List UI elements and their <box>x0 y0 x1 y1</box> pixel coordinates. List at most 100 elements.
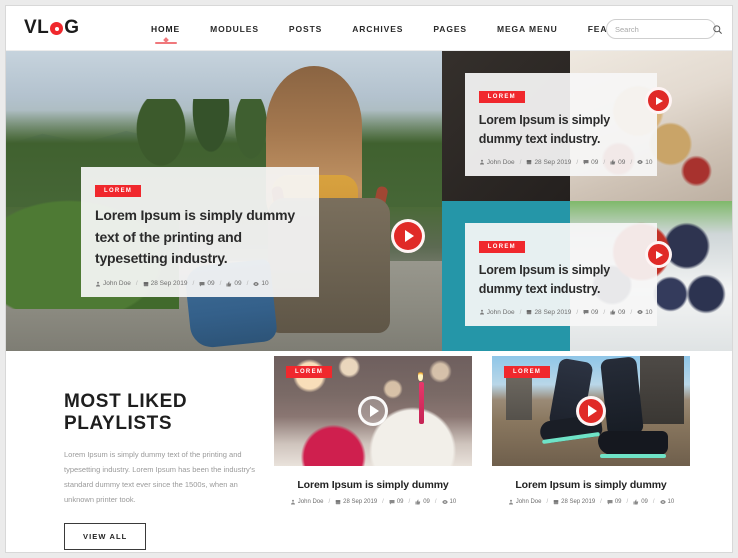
comment-icon <box>199 281 205 287</box>
playlists-intro: MOST LIKED PLAYLISTS Lorem Ipsum is simp… <box>64 391 256 550</box>
meta-author: John Doe <box>290 499 323 505</box>
play-button-icon[interactable] <box>358 396 388 426</box>
meta-date-value: 28 Sep 2019 <box>534 308 572 316</box>
meta-likes: 09 <box>610 159 625 166</box>
calendar-icon <box>553 500 559 505</box>
search-input[interactable] <box>615 24 712 34</box>
page-title-line2: PLAYLISTS <box>64 412 173 434</box>
status-badge: LOREM <box>504 366 551 378</box>
meta-date-value: 28 Sep 2019 <box>534 158 572 166</box>
search-box[interactable] <box>606 19 722 39</box>
playlist-thumbnail[interactable]: LOREM <box>492 356 690 466</box>
hero-side-bottom-meta: John Doe / 28 Sep 2019 / 09 / 09 / 10 <box>479 308 652 316</box>
meta-author: John Doe <box>508 499 542 505</box>
meta-views-value: 10 <box>645 158 653 166</box>
playlist-title[interactable]: Lorem Ipsum is simply dummy <box>274 479 472 491</box>
page-title-line1: MOST LIKED <box>64 391 188 412</box>
thumbs-up-icon <box>633 499 639 505</box>
view-all-button[interactable]: VIEW ALL <box>64 522 147 550</box>
hero-side-top-card[interactable]: LOREM Lorem Ipsum is simply dummy text i… <box>464 73 657 176</box>
hero-side-top-title[interactable]: Lorem Ipsum is simply dummy text industr… <box>479 111 643 149</box>
hero-side-slide-top[interactable]: LOREM Lorem Ipsum is simply dummy text i… <box>441 51 732 201</box>
sneaker-right <box>598 430 668 455</box>
playlist-title[interactable]: Lorem Ipsum is simply dummy <box>492 479 690 491</box>
meta-likes-value: 09 <box>618 308 626 316</box>
play-button-icon[interactable] <box>645 241 672 268</box>
meta-separator: / <box>576 158 579 166</box>
meta-views-value: 10 <box>667 499 675 505</box>
meta-date-value: 28 Sep 2019 <box>343 499 378 505</box>
list-item[interactable]: LOREM Lorem Ipsum is simply dummy John D… <box>492 356 690 505</box>
meta-views-value: 10 <box>449 499 457 505</box>
nav-item-pages[interactable]: PAGES <box>418 24 482 34</box>
meta-author-value: John Doe <box>486 158 515 166</box>
meta-likes-value: 09 <box>618 158 626 166</box>
meta-separator: / <box>246 280 249 288</box>
meta-comments: 09 <box>583 159 598 166</box>
thumbs-up-icon <box>226 281 232 287</box>
meta-comments: 09 <box>199 280 215 287</box>
meta-views-value: 10 <box>261 280 269 288</box>
eye-icon <box>659 500 666 504</box>
meta-separator: / <box>600 499 602 505</box>
page-title: MOST LIKED PLAYLISTS <box>64 391 256 435</box>
meta-author-value: John Doe <box>515 499 542 505</box>
eye-icon <box>253 281 260 286</box>
nav-item-home[interactable]: HOME <box>136 24 195 34</box>
list-item[interactable]: LOREM Lorem Ipsum is simply dummy John D… <box>274 356 472 505</box>
meta-views-value: 10 <box>645 308 653 316</box>
meta-separator: / <box>576 308 579 316</box>
hero-side-slide-bottom[interactable]: LOREM Lorem Ipsum is simply dummy text i… <box>441 201 732 351</box>
meta-likes-value: 09 <box>234 280 242 288</box>
meta-separator: / <box>434 499 437 505</box>
meta-views: 10 <box>637 159 652 166</box>
hero-main-title[interactable]: Lorem Ipsum is simply dummy text of the … <box>95 205 305 270</box>
site-logo[interactable]: VL G <box>24 18 80 37</box>
hero-main-slide[interactable]: LOREM Lorem Ipsum is simply dummy text o… <box>6 51 442 351</box>
meta-separator: / <box>603 158 606 166</box>
meta-date-value: 28 Sep 2019 <box>561 499 596 505</box>
nav-item-mega-menu[interactable]: MEGA MENU <box>482 24 573 34</box>
meta-separator: / <box>408 499 411 505</box>
meta-likes: 09 <box>226 280 242 288</box>
meta-author-value: John Doe <box>103 280 131 288</box>
meta-separator: / <box>382 499 384 505</box>
play-button-icon[interactable] <box>391 219 425 253</box>
meta-date: 28 Sep 2019 <box>335 499 377 505</box>
meta-views: 10 <box>637 309 652 316</box>
candle-flame-icon <box>418 370 423 381</box>
calendar-icon <box>527 160 532 165</box>
meta-separator: / <box>192 280 195 288</box>
nav-item-archives[interactable]: ARCHIVES <box>337 24 418 34</box>
nav-item-modules[interactable]: MODULES <box>195 24 274 34</box>
play-button-icon[interactable] <box>645 87 672 114</box>
play-button-icon[interactable] <box>576 396 606 426</box>
nav-item-posts[interactable]: POSTS <box>274 24 337 34</box>
user-icon <box>508 499 513 505</box>
playlist-thumbnail[interactable]: LOREM <box>274 356 472 466</box>
meta-author: John Doe <box>95 280 131 287</box>
status-badge: LOREM <box>95 185 142 197</box>
hero-side-bottom-title[interactable]: Lorem Ipsum is simply dummy text industr… <box>479 261 643 299</box>
main-navigation: HOME MODULES POSTS ARCHIVES PAGES MEGA M… <box>136 6 655 51</box>
playlists-description: Lorem Ipsum is simply dummy text of the … <box>64 449 255 504</box>
meta-separator: / <box>519 158 522 166</box>
hero-section: LOREM Lorem Ipsum is simply dummy text o… <box>6 51 732 351</box>
meta-comments-value: 09 <box>396 499 404 505</box>
meta-comments: 09 <box>583 309 598 316</box>
meta-separator: / <box>603 308 606 316</box>
thumbs-up-icon <box>610 309 616 315</box>
meta-views: 10 <box>659 499 675 505</box>
hero-side-column: LOREM Lorem Ipsum is simply dummy text i… <box>441 51 732 351</box>
hero-main-card[interactable]: LOREM Lorem Ipsum is simply dummy text o… <box>81 167 319 298</box>
search-icon[interactable] <box>712 24 723 35</box>
meta-likes: 09 <box>610 309 625 316</box>
building-near <box>640 356 684 425</box>
meta-views: 10 <box>253 280 269 288</box>
hero-side-bottom-card[interactable]: LOREM Lorem Ipsum is simply dummy text i… <box>464 223 657 326</box>
status-badge: LOREM <box>286 366 333 378</box>
candle-icon <box>419 382 424 424</box>
meta-comments-value: 09 <box>614 499 622 505</box>
meta-date: 28 Sep 2019 <box>526 309 571 316</box>
status-badge: LOREM <box>478 91 525 103</box>
